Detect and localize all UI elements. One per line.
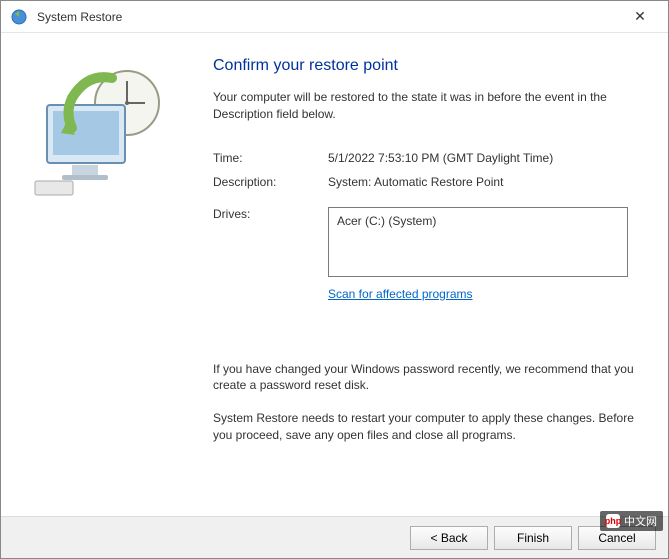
content-area: Confirm your restore point Your computer… bbox=[1, 33, 668, 516]
finish-button[interactable]: Finish bbox=[494, 526, 572, 550]
scan-affected-link[interactable]: Scan for affected programs bbox=[328, 287, 473, 301]
password-note: If you have changed your Windows passwor… bbox=[213, 361, 638, 395]
time-value: 5/1/2022 7:53:10 PM (GMT Daylight Time) bbox=[328, 151, 638, 165]
back-button[interactable]: < Back bbox=[410, 526, 488, 550]
description-text: Your computer will be restored to the st… bbox=[213, 89, 638, 123]
info-grid: Time: 5/1/2022 7:53:10 PM (GMT Daylight … bbox=[213, 151, 638, 189]
drives-box: Acer (C:) (System) bbox=[328, 207, 628, 277]
page-heading: Confirm your restore point bbox=[213, 57, 638, 75]
description-value: System: Automatic Restore Point bbox=[328, 175, 638, 189]
titlebar: System Restore ✕ bbox=[1, 1, 668, 33]
description-row: Description: System: Automatic Restore P… bbox=[213, 175, 638, 189]
time-row: Time: 5/1/2022 7:53:10 PM (GMT Daylight … bbox=[213, 151, 638, 165]
watermark-text: 中文网 bbox=[624, 513, 657, 529]
description-label: Description: bbox=[213, 175, 328, 189]
left-pane bbox=[1, 33, 193, 516]
time-label: Time: bbox=[213, 151, 328, 165]
close-button[interactable]: ✕ bbox=[620, 3, 660, 31]
watermark-logo: php bbox=[606, 514, 620, 528]
window-title: System Restore bbox=[37, 10, 620, 24]
app-icon bbox=[9, 7, 29, 27]
restart-note: System Restore needs to restart your com… bbox=[213, 410, 638, 444]
watermark: php 中文网 bbox=[600, 511, 663, 531]
drives-row: Drives: Acer (C:) (System) bbox=[213, 207, 638, 277]
drives-label: Drives: bbox=[213, 207, 328, 221]
footer: < Back Finish Cancel bbox=[1, 516, 668, 558]
right-pane: Confirm your restore point Your computer… bbox=[193, 33, 668, 516]
restore-graphic bbox=[17, 53, 177, 213]
